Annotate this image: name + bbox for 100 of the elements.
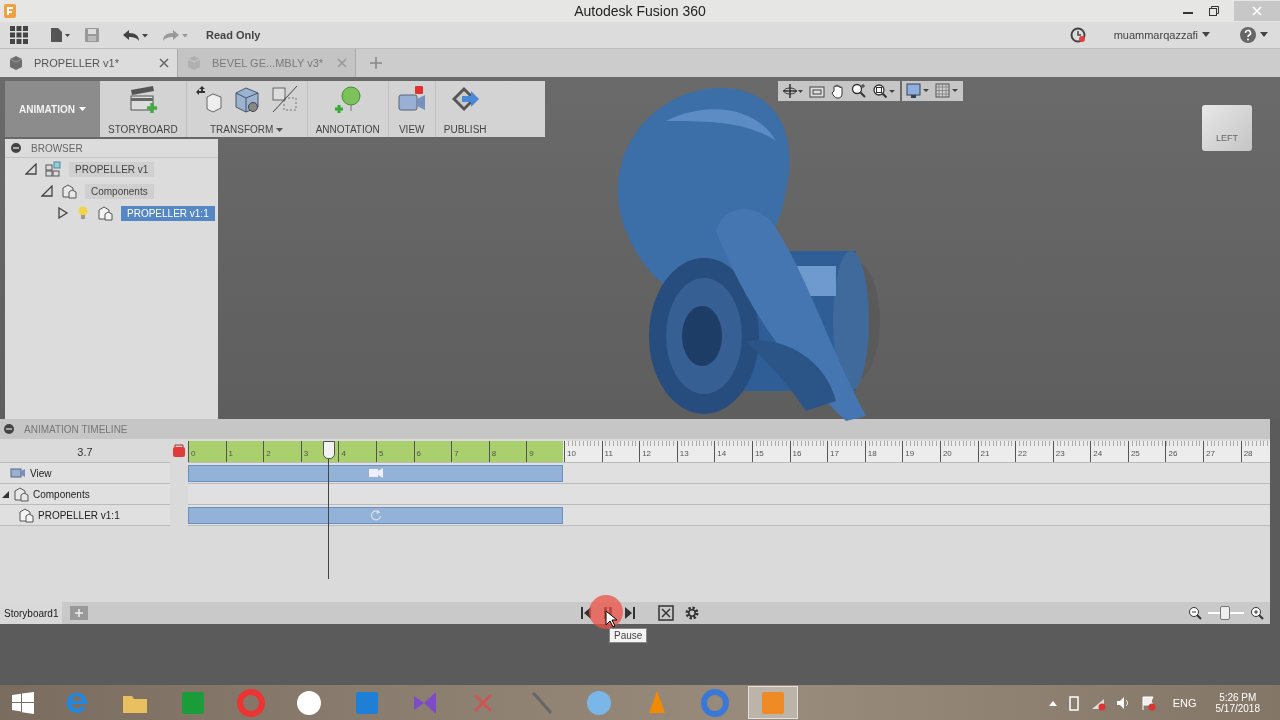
clock-time[interactable]: 5:26 PM [1219,691,1257,703]
caret-icon [1260,32,1268,38]
rotate-icon [369,509,382,521]
toolbar-group-button[interactable]: PUBLISH [443,124,487,135]
caret-icon [78,106,86,112]
undo-icon[interactable] [122,27,150,43]
screen-icon[interactable] [809,83,825,99]
tick-label: 13 [679,449,689,458]
tree-item[interactable]: PROPELLER v1 [69,161,155,177]
camera-icon [368,468,383,478]
tick-label: 26 [1168,449,1178,458]
settings-icon[interactable] [684,605,700,621]
user-menu[interactable]: muammarqazzafi [1113,29,1198,41]
caret-icon [276,127,284,133]
display-icon[interactable] [906,83,930,99]
tick-label: 19 [905,449,915,458]
assembly-icon [45,161,61,177]
tick-label: 6 [416,449,421,458]
tick-label: 21 [980,449,990,458]
tick-label: 11 [604,449,613,458]
clapperboard-icon[interactable] [127,85,158,115]
slider-thumb[interactable] [1220,606,1231,620]
tick-label: 25 [1130,449,1140,458]
split-cube-icon[interactable] [270,85,299,113]
document-tab[interactable]: PROPELLER v1* [0,49,178,77]
close-icon[interactable] [159,58,169,68]
track-label[interactable]: View [30,467,52,479]
tick-label: 17 [830,449,839,458]
storyboard-tab[interactable]: Storyboard1 [0,602,63,624]
gift-marker-icon[interactable] [172,444,186,458]
toolbar-group-button[interactable]: STORYBOARD [108,124,178,135]
tick-label: 5 [378,449,384,458]
zoom-in-icon[interactable] [1250,606,1264,620]
globe-icon [701,688,729,717]
tick-label: 16 [792,449,802,458]
balloon-icon[interactable] [332,85,363,115]
restore-icon[interactable] [1208,5,1220,17]
tick-label: 7 [454,449,459,458]
tick-label: 24 [1093,449,1103,458]
zoom-fit-icon[interactable] [872,83,896,99]
tick-label: 9 [529,449,534,458]
cube-icon[interactable] [232,85,261,113]
help-icon[interactable] [1240,27,1256,43]
tick-label: 22 [1018,449,1027,458]
component-icon [97,205,113,221]
clock-icon[interactable] [1069,27,1086,43]
expand-icon[interactable] [57,207,69,219]
expanded-icon[interactable] [41,185,53,197]
collapse-icon[interactable] [4,424,14,434]
toolbar-group-button[interactable]: VIEW [398,124,425,135]
animation-bar[interactable] [188,506,564,524]
zoom-out-icon[interactable] [1188,606,1202,620]
battery-icon[interactable] [1066,694,1081,711]
tick-label: 0 [191,449,196,458]
plus-icon [75,609,84,617]
orbit-icon[interactable] [782,83,804,99]
tree-item[interactable]: Components [85,183,154,199]
toolbar-group-button[interactable]: TRANSFORM [210,124,284,135]
tick-label: 18 [867,449,877,458]
close-icon [1251,5,1263,17]
caret-icon [1202,32,1210,38]
expanded-icon[interactable] [2,490,9,498]
animation-bar[interactable] [188,464,564,482]
tick-label: 15 [754,449,764,458]
skip-forward-icon[interactable] [624,606,636,620]
move-icon[interactable] [194,85,223,113]
fit-icon[interactable] [658,605,674,621]
cursor-icon [605,610,617,628]
flag-icon[interactable] [1139,694,1156,711]
tick-label: 14 [717,449,727,458]
read-only-label: Read Only [206,29,261,41]
zoom-icon[interactable] [851,83,867,99]
tick-label: 1 [228,449,234,458]
tick-label: 2 [266,449,271,458]
windows-icon[interactable] [12,691,34,714]
component-icon [18,507,34,523]
tick-label: 10 [566,449,576,458]
track-label[interactable]: Components [33,488,90,500]
panel-title: ANIMATION TIMELINE [24,423,128,435]
hand-icon[interactable] [830,83,846,99]
collapse-icon[interactable] [11,143,21,153]
app-icon [4,4,16,18]
toolbar-group-button[interactable]: ANNOTATION [315,124,380,135]
current-time: 3.7 [77,445,93,458]
clock-date[interactable]: 5/17/2018 [1215,702,1260,714]
expanded-icon[interactable] [25,163,37,175]
tick-label: 12 [642,449,652,458]
grid-icon[interactable] [10,26,28,44]
tree-item[interactable]: PROPELLER v1:1 [121,205,215,221]
panel-title: BROWSER [31,142,83,154]
language-indicator[interactable]: ENG [1172,696,1197,709]
file-icon[interactable] [50,27,70,43]
tick-label: 27 [1206,449,1215,458]
grid-icon[interactable] [935,83,959,99]
view-cube[interactable]: LEFT [1202,105,1252,151]
time-ruler[interactable]: 0 1 2 3 4 5 6 7 8 9 10 11 12 13 14 15 16 17 18 19 20 21 22 23 24 25 26 27 28 [188,441,1270,463]
tick-label: 23 [1055,449,1065,458]
box-icon [8,55,24,71]
tooltip: Pause [609,628,648,643]
tick-label: 8 [491,449,497,458]
